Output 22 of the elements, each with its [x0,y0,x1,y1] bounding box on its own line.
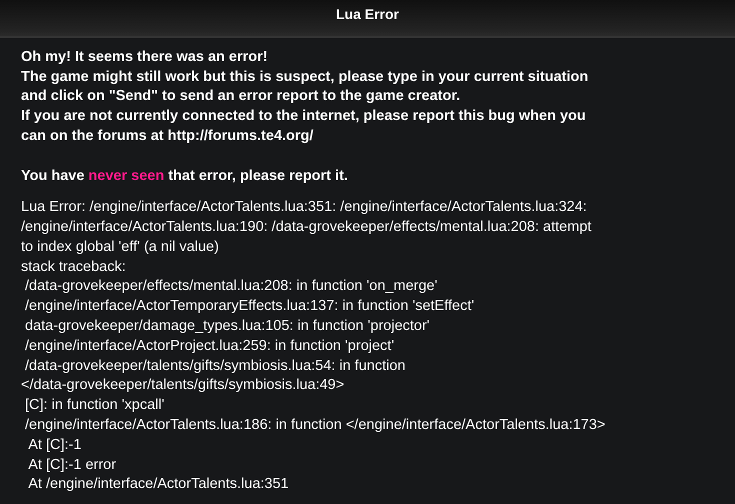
message-text: and click on "Send" to send an error report to the game creator. [21,87,460,106]
error-text: to index global 'eff' (a nil value) [21,238,219,257]
notice-text: You have never seen that error, please report it. [21,166,348,186]
message-text: Oh my! It seems there was an error! [21,48,268,67]
error-text: At [C]:-1 error [27,456,116,475]
error-text: /engine/interface/ActorTemporaryEffects.lua:137: in function 'setEffect' [24,297,474,316]
error-text: Lua Error: /engine/interface/ActorTalents.lua:351: /engine/interface/ActorTalents.lua:324: [21,198,587,218]
error-text: /data-grovekeeper/talents/gifts/symbiosis.lua:54: in function [24,356,406,376]
error-text: [C]: in function 'xpcall' [24,396,164,416]
error-text: /data-grovekeeper/effects/mental.lua:208: in function 'on_merge' [24,277,438,296]
error-text: data-grovekeeper/damage_types.lua:105: in function 'projector' [24,317,430,336]
error-text: /engine/interface/ActorTalents.lua:190: /data-grovekeeper/effects/mental.lua:208: attempt [21,218,592,238]
error-text: stack traceback: [21,258,126,277]
error-text: </data-grovekeeper/talents/gifts/symbiosis.lua:49> [21,376,344,396]
window-title: Lua Error [336,6,399,22]
message-text: The game might still work but this is suspect, please type in your current situation [21,68,588,87]
message-text: can on the forums at http://forums.te4.org/ [21,126,314,146]
error-text: /engine/interface/ActorProject.lua:259: in function 'project' [24,336,394,356]
error-text: At [C]:-1 [27,436,82,455]
message-text: If you are not currently connected to the internet, please report this bug when you [21,107,586,126]
error-text: At /engine/interface/ActorTalents.lua:351 [27,475,289,494]
error-text: /engine/interface/ActorTalents.lua:186: in function </engine/interface/ActorTalents.lua:173> [24,416,606,435]
